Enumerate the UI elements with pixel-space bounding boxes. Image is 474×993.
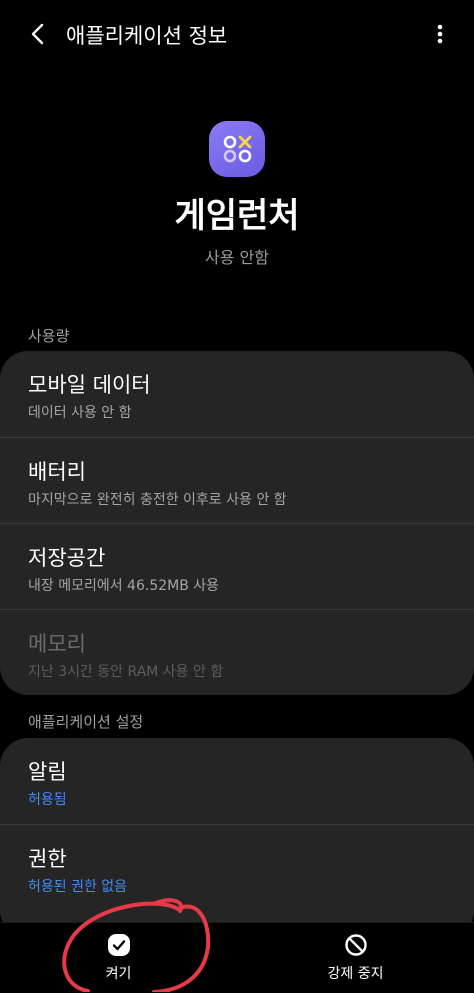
notifications-item[interactable]: 알림 허용됨: [0, 738, 474, 824]
item-title: 권한: [28, 847, 67, 871]
item-title: 알림: [28, 760, 67, 784]
bottom-action-bar: 켜기 강제 중지: [0, 922, 474, 993]
mobile-data-item[interactable]: 모바일 데이터 데이터 사용 안 함: [0, 351, 474, 437]
item-title: 배터리: [28, 460, 86, 484]
more-vertical-icon[interactable]: [434, 22, 446, 46]
item-subtitle: 데이터 사용 안 함: [28, 405, 132, 421]
battery-item[interactable]: 배터리 마지막으로 완전히 충전한 이후로 사용 안 함: [0, 437, 474, 523]
page-title: 애플리케이션 정보: [66, 24, 228, 48]
block-icon: [344, 933, 368, 957]
item-title: 모바일 데이터: [28, 373, 151, 397]
memory-item: 메모리 지난 3시간 동안 RAM 사용 안 함: [0, 609, 474, 695]
app-bar: 애플리케이션 정보: [0, 0, 474, 70]
game-launcher-icon: [209, 121, 265, 177]
force-stop-button[interactable]: 강제 중지: [237, 923, 474, 993]
back-arrow-icon[interactable]: [28, 22, 50, 46]
item-title: 메모리: [28, 632, 86, 656]
app-name: 게임런처: [174, 196, 300, 236]
app-settings-section-label: 애플리케이션 설정: [28, 713, 144, 731]
usage-section-label: 사용량: [28, 327, 70, 345]
enable-label: 켜기: [105, 966, 132, 982]
item-subtitle: 허용된 권한 없음: [28, 879, 128, 895]
permissions-item[interactable]: 권한 허용된 권한 없음: [0, 824, 474, 910]
force-stop-label: 강제 중지: [327, 966, 384, 982]
settings-card: 알림 허용됨 권한 허용된 권한 없음: [0, 738, 474, 938]
check-circle-icon: [107, 933, 131, 957]
item-subtitle: 허용됨: [28, 792, 67, 808]
enable-button[interactable]: 켜기: [0, 923, 237, 993]
item-subtitle: 내장 메모리에서 46.52MB 사용: [28, 578, 220, 594]
item-subtitle: 마지막으로 완전히 충전한 이후로 사용 안 함: [28, 492, 287, 508]
item-title: 저장공간: [28, 546, 106, 570]
app-status: 사용 안함: [205, 248, 269, 267]
item-subtitle: 지난 3시간 동안 RAM 사용 안 함: [28, 664, 224, 680]
storage-item[interactable]: 저장공간 내장 메모리에서 46.52MB 사용: [0, 523, 474, 609]
usage-card: 모바일 데이터 데이터 사용 안 함 배터리 마지막으로 완전히 충전한 이후로…: [0, 351, 474, 695]
